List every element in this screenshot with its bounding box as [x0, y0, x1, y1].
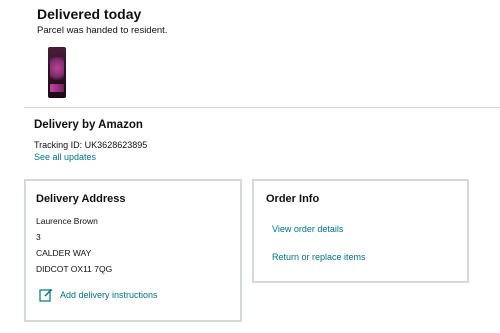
delivery-address-card: Delivery Address Laurence Brown 3 CALDER…	[24, 179, 242, 322]
delivery-status-title: Delivered today	[37, 6, 142, 22]
product-thumbnail[interactable]	[48, 47, 66, 98]
address-line-2: CALDER WAY	[36, 248, 92, 258]
address-line-1: 3	[36, 232, 41, 242]
section-divider	[24, 107, 500, 108]
order-info-card: Order Info View order details Return or …	[252, 179, 469, 283]
carrier-section: Delivery by Amazon Tracking ID: UK362862…	[34, 118, 147, 163]
add-delivery-instructions-label[interactable]: Add delivery instructions	[60, 290, 158, 301]
address-name: Laurence Brown	[36, 216, 98, 226]
delivery-address-title: Delivery Address	[36, 193, 126, 205]
order-info-title: Order Info	[266, 193, 320, 205]
add-delivery-instructions-button[interactable]: Add delivery instructions	[39, 288, 158, 302]
delivery-status-subtitle: Parcel was handed to resident.	[37, 25, 168, 36]
tracking-id: Tracking ID: UK3628623895	[34, 140, 148, 150]
return-replace-items-link[interactable]: Return or replace items	[272, 252, 366, 263]
delivery-status: Delivered today Parcel was handed to res…	[37, 6, 167, 37]
edit-icon	[39, 288, 53, 302]
address-line-3: DIDCOT OX11 7QG	[36, 264, 113, 274]
view-order-details-link[interactable]: View order details	[272, 224, 343, 235]
see-all-updates-link[interactable]: See all updates	[34, 152, 147, 163]
carrier-title: Delivery by Amazon	[34, 119, 143, 131]
